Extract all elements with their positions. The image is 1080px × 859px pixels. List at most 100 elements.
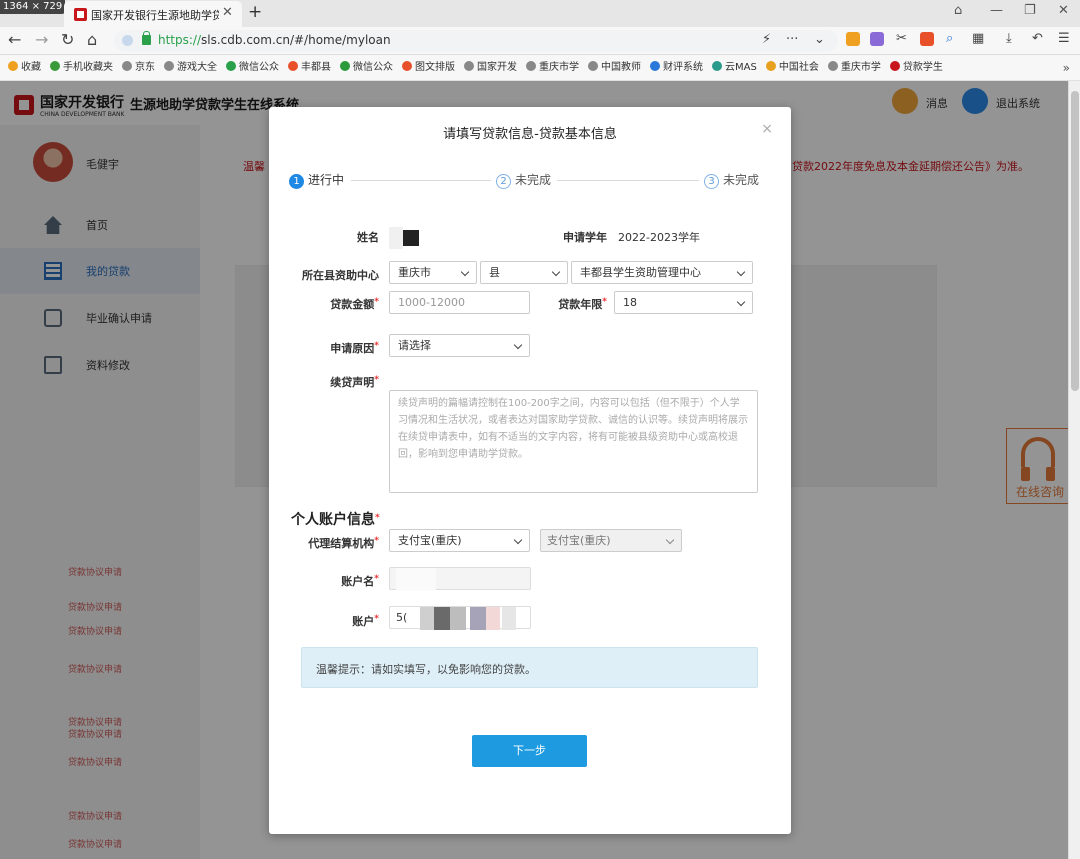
bookmark-item[interactable]: 中国社会	[765, 55, 819, 80]
account-name-input[interactable]	[389, 567, 531, 591]
shirt-icon[interactable]: ⌂	[954, 3, 962, 18]
address-row: ← → ↻ ⌂ https://sls.cdb.com.cn/#/home/my…	[0, 27, 1080, 55]
center-label: 所在县资助中心	[302, 267, 379, 283]
term-label: 贷款年限*	[558, 296, 607, 312]
bookmark-item[interactable]: 手机收藏夹	[50, 55, 113, 80]
amount-label-text: 贷款金额	[330, 298, 375, 311]
redacted-block	[486, 607, 500, 630]
dialog-title: 请填写贷款信息-贷款基本信息	[443, 127, 617, 142]
site-info-icon[interactable]	[122, 35, 133, 46]
required-mark: *	[374, 297, 379, 307]
restore-button[interactable]: ❐	[1024, 3, 1036, 18]
close-icon[interactable]: ×	[761, 121, 773, 137]
bookmark-label: 国家开发	[477, 62, 517, 73]
amount-input[interactable]: 1000-12000	[389, 291, 530, 314]
minimize-button[interactable]: —	[990, 3, 1003, 18]
chevron-down-icon[interactable]: ⌄	[814, 32, 825, 47]
menu-icon[interactable]: ☰	[1058, 31, 1070, 46]
city-select[interactable]: 重庆市	[389, 261, 477, 284]
redacted-block	[396, 568, 436, 591]
name-label-text: 姓名	[357, 231, 379, 244]
download-icon[interactable]: ⤓	[1006, 31, 1012, 46]
tab-close-icon[interactable]: ✕	[222, 5, 233, 20]
amount-label: 贷款金额*	[330, 296, 379, 312]
agency-select[interactable]: 支付宝(重庆)	[389, 529, 530, 552]
loan-info-dialog: 请填写贷款信息-贷款基本信息 × 1 进行中 2 未完成 3 未完成 姓名 申请学年 …	[269, 107, 791, 834]
bookmark-item[interactable]: 财评系统	[650, 55, 703, 80]
bookmark-item[interactable]: 重庆市学	[526, 55, 579, 80]
scrollbar-thumb[interactable]	[1071, 91, 1079, 391]
account-section-text: 个人账户信息	[291, 512, 375, 528]
bookmark-item[interactable]: 重庆市学	[827, 55, 881, 80]
browser-tab[interactable]: 国家开发银行生源地助学贷款 ✕	[64, 1, 242, 27]
name-redacted	[403, 230, 419, 246]
bookmark-item[interactable]: 微信公众	[340, 55, 393, 80]
bookmark-icon	[50, 61, 60, 71]
agency-label: 代理结算机构*	[308, 535, 379, 551]
new-tab-button[interactable]: +	[248, 2, 262, 22]
term-select[interactable]: 18	[614, 291, 753, 314]
step-3: 3 未完成	[704, 171, 759, 189]
bookmark-item[interactable]: 丰都县	[288, 55, 331, 80]
bookmark-label: 重庆市学	[840, 62, 881, 73]
bookmark-icon	[650, 61, 660, 71]
home-icon[interactable]: ⌂	[87, 30, 97, 49]
page-scrollbar[interactable]	[1068, 81, 1080, 859]
shield-extension-icon[interactable]	[846, 32, 860, 46]
bookmark-label: 重庆市学	[539, 62, 579, 73]
scissors-icon[interactable]: ✂	[896, 31, 907, 46]
step-number: 3	[704, 174, 719, 189]
bookmark-label: 财评系统	[663, 62, 703, 73]
reason-select[interactable]: 请选择	[389, 334, 530, 357]
extension-icon[interactable]	[870, 32, 884, 46]
redacted-block	[502, 607, 516, 630]
required-mark: *	[375, 513, 380, 523]
bookmark-label: 中国社会	[778, 62, 819, 73]
step-divider	[351, 180, 491, 181]
county-select[interactable]: 县	[480, 261, 568, 284]
agency-label-text: 代理结算机构	[308, 537, 375, 550]
bookmark-item[interactable]: 微信公众	[226, 55, 279, 80]
account-label: 账户*	[352, 613, 379, 629]
account-input[interactable]: 5(	[389, 606, 531, 630]
search-icon[interactable]: ⌕	[946, 31, 953, 46]
bookmark-item[interactable]: 图文排版	[402, 55, 455, 80]
url-path: sls.cdb.com.cn/#/home/myloan	[201, 33, 391, 47]
required-mark: *	[374, 536, 379, 546]
bookmarks-more-icon[interactable]: »	[1063, 61, 1070, 75]
bookmark-item[interactable]: 游戏大全	[164, 55, 217, 80]
next-button[interactable]: 下一步	[472, 735, 587, 767]
back-icon[interactable]: ←	[8, 30, 21, 49]
statement-textarea[interactable]: 续贷声明的篇幅请控制在100-200字之间，内容可以包括（但不限于）个人学习情况…	[389, 390, 758, 493]
forward-icon[interactable]: →	[35, 30, 48, 49]
bookmark-item[interactable]: 国家开发	[464, 55, 517, 80]
bookmark-item[interactable]: 京东	[122, 55, 155, 80]
undo-icon[interactable]: ↶	[1032, 31, 1043, 46]
bookmark-icon	[526, 61, 536, 71]
more-icon[interactable]: ···	[786, 32, 798, 47]
bookmark-item[interactable]: 贷款学生	[889, 55, 943, 80]
tip-box: 温馨提示：请如实填写，以免影响您的贷款。	[301, 647, 758, 688]
game-icon[interactable]	[920, 32, 934, 46]
bookmark-item[interactable]: 云MAS	[712, 55, 757, 80]
bookmark-icon	[712, 61, 722, 71]
bookmark-icon	[464, 61, 474, 71]
required-mark: *	[602, 297, 607, 307]
bookmark-icon	[122, 61, 132, 71]
year-label: 申请学年	[563, 229, 607, 245]
year-value: 2022-2023学年	[618, 231, 700, 244]
bookmark-icon	[889, 61, 900, 71]
bookmark-item[interactable]: 收藏	[8, 55, 41, 80]
bookmark-item[interactable]: 中国教师	[588, 55, 641, 80]
bookmark-label: 微信公众	[353, 62, 393, 73]
bookmark-label: 游戏大全	[177, 62, 217, 73]
bookmark-label: 微信公众	[239, 62, 279, 73]
redacted-block	[470, 607, 486, 630]
lightning-icon[interactable]: ⚡	[762, 32, 771, 47]
close-window-button[interactable]: ✕	[1058, 3, 1069, 18]
apps-grid-icon[interactable]: ▦	[972, 31, 984, 46]
office-select[interactable]: 丰都县学生资助管理中心	[571, 261, 753, 284]
address-bar[interactable]: https://sls.cdb.com.cn/#/home/myloan ⚡ ·…	[114, 30, 838, 52]
reload-icon[interactable]: ↻	[61, 30, 74, 49]
required-mark: *	[374, 375, 379, 385]
